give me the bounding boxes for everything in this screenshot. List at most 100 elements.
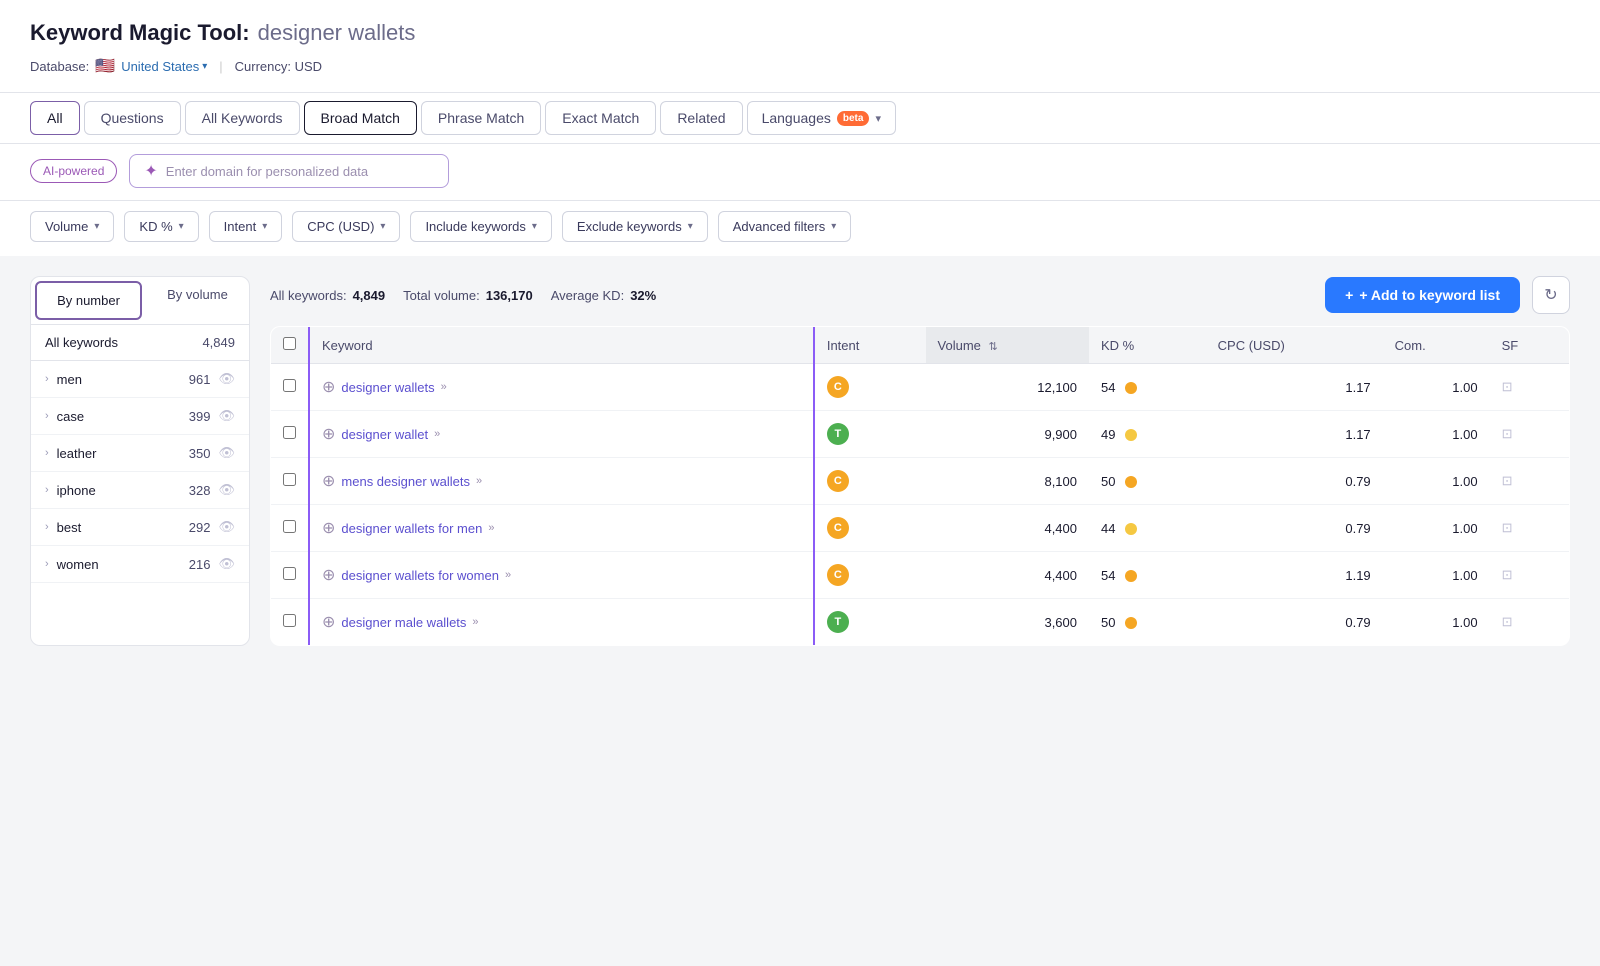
total-volume-label: Total volume: [403,288,480,303]
tab-languages[interactable]: Languages beta ▾ [747,101,896,135]
chevron-down-icon: ▾ [875,112,881,125]
tab-all[interactable]: All [30,101,80,135]
row-checkbox-cell[interactable] [271,364,310,411]
filter-kd[interactable]: KD % ▾ [124,211,198,242]
row-checkbox-cell[interactable] [271,599,310,646]
keyword-link[interactable]: ⊕ designer wallets for women » [322,565,801,585]
tabs-row: All Questions All Keywords Broad Match P… [0,93,1600,144]
chevron-right-icon: › [45,484,49,496]
keyword-text: designer wallets [341,380,434,395]
tab-phrase-match[interactable]: Phrase Match [421,101,541,135]
com-cell: 1.00 [1383,552,1490,599]
sidebar-item-leather[interactable]: › leather 350 👁 [31,435,249,472]
chevron-down-icon: ▾ [380,221,385,232]
intent-label: Intent [224,219,257,234]
sidebar-item-women[interactable]: › women 216 👁 [31,546,249,583]
add-circle-icon: ⊕ [322,612,335,632]
row-checkbox[interactable] [283,379,296,392]
row-checkbox[interactable] [283,426,296,439]
keyword-text: designer wallets for men [341,521,482,536]
keyword-link[interactable]: ⊕ designer male wallets » [322,612,801,632]
kd-indicator [1125,523,1137,535]
com-cell: 1.00 [1383,411,1490,458]
sidebar-item-men[interactable]: › men 961 👁 [31,361,249,398]
row-checkbox-cell[interactable] [271,458,310,505]
intent-badge: T [827,423,849,445]
chevron-right-icon: › [45,447,49,459]
chevron-right-icon: › [45,521,49,533]
tab-exact-match[interactable]: Exact Match [545,101,656,135]
filter-volume[interactable]: Volume ▾ [30,211,114,242]
add-circle-icon: ⊕ [322,565,335,585]
table-row: ⊕ mens designer wallets » C 8,100 50 0.7… [271,458,1570,505]
row-checkbox[interactable] [283,614,296,627]
keyword-link[interactable]: ⊕ designer wallets for men » [322,518,801,538]
keyword-cell: ⊕ designer wallets for men » [309,505,814,552]
row-checkbox[interactable] [283,520,296,533]
subtitle-row: Database: 🇺🇸 United States ▾ | Currency:… [30,56,1570,92]
toggle-by-volume[interactable]: By volume [146,277,249,324]
keyword-link[interactable]: ⊕ designer wallets » [322,377,801,397]
kd-cell: 54 [1089,364,1206,411]
filter-exclude[interactable]: Exclude keywords ▾ [562,211,708,242]
filter-intent[interactable]: Intent ▾ [209,211,283,242]
cpc-cell: 1.17 [1206,364,1383,411]
header-checkbox[interactable] [271,327,310,364]
header-volume[interactable]: Volume ⇅ [926,327,1089,364]
sort-icon: ⇅ [989,341,998,353]
eye-icon: 👁 [218,482,235,498]
filter-include[interactable]: Include keywords ▾ [410,211,551,242]
sf-cell: ⊡ [1490,458,1570,505]
tab-related[interactable]: Related [660,101,742,135]
divider: | [219,59,222,74]
sf-cell: ⊡ [1490,411,1570,458]
filter-advanced[interactable]: Advanced filters ▾ [718,211,852,242]
select-all-checkbox[interactable] [283,337,296,350]
refresh-button[interactable]: ↻ [1532,276,1570,314]
add-circle-icon: ⊕ [322,471,335,491]
sidebar-item-label: men [57,372,82,387]
chevron-double-icon: » [476,475,482,487]
add-circle-icon: ⊕ [322,424,335,444]
sidebar-item-count: 399 [189,409,211,424]
all-keywords-value: 4,849 [353,288,386,303]
row-checkbox-cell[interactable] [271,505,310,552]
database-link[interactable]: United States ▾ [121,59,207,74]
keyword-text: designer male wallets [341,615,466,630]
database-value: United States [121,59,199,74]
row-checkbox[interactable] [283,473,296,486]
sf-cell: ⊡ [1490,364,1570,411]
sidebar-item-case[interactable]: › case 399 👁 [31,398,249,435]
sidebar-item-label: women [57,557,99,572]
toggle-by-number[interactable]: By number [35,281,142,320]
add-to-keyword-list-button[interactable]: + + Add to keyword list [1325,277,1520,313]
sidebar-item-iphone[interactable]: › iphone 328 👁 [31,472,249,509]
row-checkbox-cell[interactable] [271,552,310,599]
kd-cell: 44 [1089,505,1206,552]
intent-badge: C [827,470,849,492]
tab-broad-match[interactable]: Broad Match [304,101,417,135]
chevron-down-icon: ▾ [688,221,693,232]
tab-all-keywords[interactable]: All Keywords [185,101,300,135]
filter-cpc[interactable]: CPC (USD) ▾ [292,211,400,242]
ai-input-wrap[interactable]: ✦ Enter domain for personalized data [129,154,449,188]
avg-kd-value: 32% [630,288,656,303]
kd-indicator [1125,476,1137,488]
chevron-down-icon: ▾ [94,221,99,232]
page-title-label: Keyword Magic Tool: [30,20,250,46]
table-row: ⊕ designer wallets for men » C 4,400 44 … [271,505,1570,552]
table-header-row: Keyword Intent Volume ⇅ KD % CPC (USD) C… [271,327,1570,364]
row-checkbox[interactable] [283,567,296,580]
keyword-link[interactable]: ⊕ designer wallet » [322,424,801,444]
row-checkbox-cell[interactable] [271,411,310,458]
tab-questions[interactable]: Questions [84,101,181,135]
ai-placeholder: Enter domain for personalized data [166,164,368,179]
sidebar-toggle: By number By volume [31,277,249,325]
sidebar-item-best[interactable]: › best 292 👁 [31,509,249,546]
keyword-cell: ⊕ designer wallets » [309,364,814,411]
keyword-table: Keyword Intent Volume ⇅ KD % CPC (USD) C… [270,326,1570,646]
keyword-link[interactable]: ⊕ mens designer wallets » [322,471,801,491]
main-content: By number By volume All keywords 4,849 ›… [0,256,1600,666]
sidebar-item-label: case [57,409,84,424]
volume-cell: 9,900 [926,411,1089,458]
